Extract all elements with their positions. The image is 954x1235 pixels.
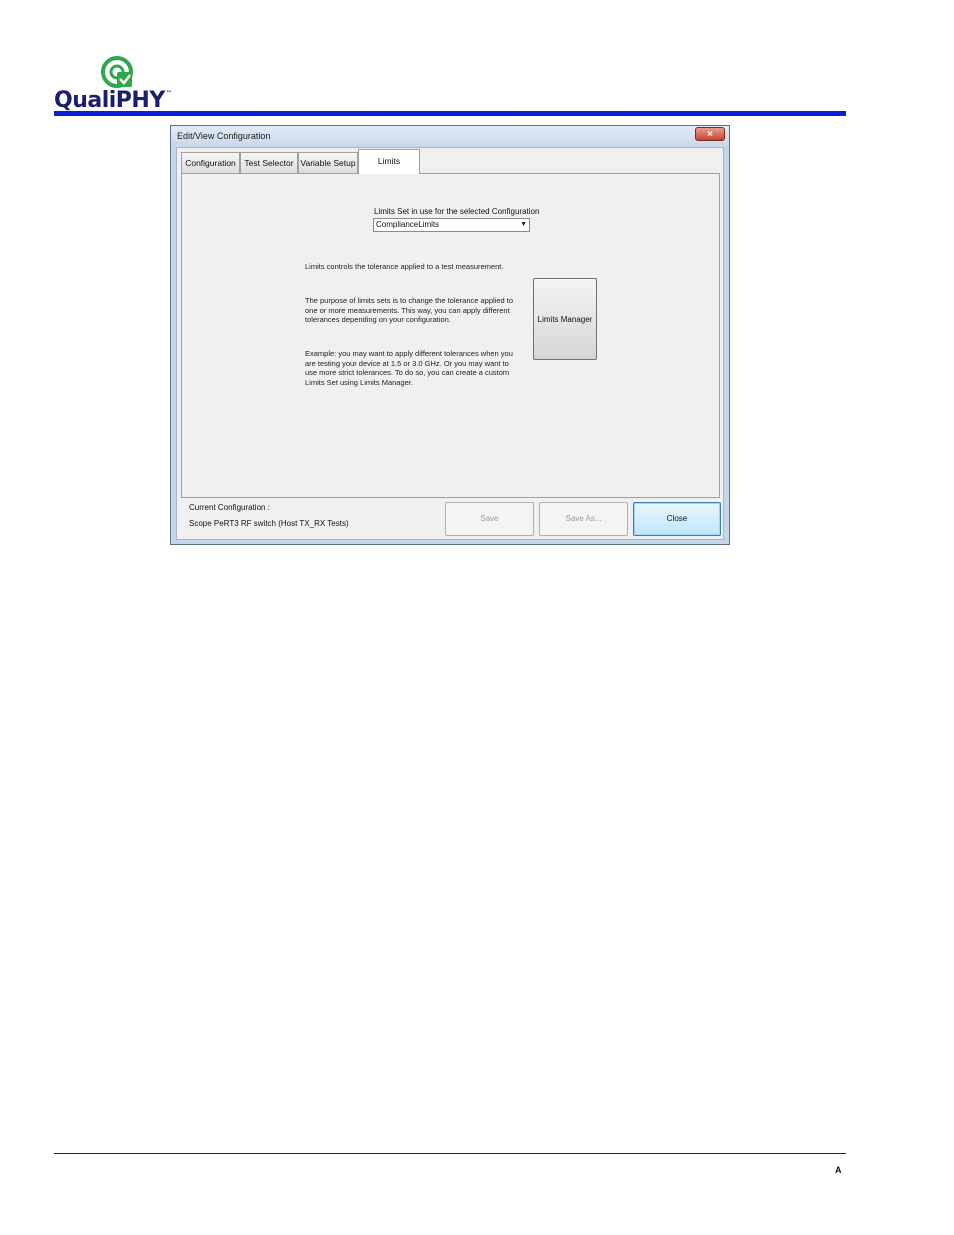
title-bar[interactable]: Edit/View Configuration × — [171, 126, 729, 147]
qualiphy-logo-icon — [101, 56, 133, 88]
page-footer-letter: A — [835, 1165, 842, 1175]
limits-description-1: Limits controls the tolerance applied to… — [305, 262, 504, 271]
footer-rule — [54, 1153, 846, 1154]
tab-configuration[interactable]: Configuration — [181, 152, 240, 173]
chevron-down-icon: ▼ — [520, 221, 527, 228]
tab-limits[interactable]: Limits — [358, 149, 420, 174]
save-button[interactable]: Save — [445, 502, 534, 536]
current-configuration-label: Current Configuration : — [189, 503, 270, 512]
limits-set-selected: ComplianceLimits — [376, 220, 440, 229]
close-icon: × — [707, 129, 713, 140]
limits-description-3: Example: you may want to apply different… — [305, 349, 513, 387]
limits-set-label: Limits Set in use for the selected Confi… — [374, 207, 540, 216]
header-rule — [54, 111, 846, 116]
tab-variable-setup[interactable]: Variable Setup — [298, 152, 358, 173]
limits-description-2: The purpose of limits sets is to change … — [305, 296, 514, 325]
dialog-client: Configuration Test Selector Variable Set… — [176, 147, 724, 540]
tab-test-selector[interactable]: Test Selector — [240, 152, 298, 173]
brand-logo-text: QualiPHY™ — [54, 88, 172, 113]
current-configuration-value: Scope PeRT3 RF switch (Host TX_RX Tests) — [189, 519, 349, 528]
limits-panel: Limits Set in use for the selected Confi… — [181, 173, 720, 498]
limits-manager-button[interactable]: Limits Manager — [533, 278, 597, 360]
close-window-button[interactable]: × — [695, 127, 725, 141]
dialog-title: Edit/View Configuration — [177, 131, 271, 141]
close-button[interactable]: Close — [633, 502, 721, 536]
save-as-button[interactable]: Save As... — [539, 502, 628, 536]
limits-set-dropdown[interactable]: ComplianceLimits ▼ — [373, 218, 530, 232]
edit-view-configuration-dialog: Edit/View Configuration × Configuration … — [170, 125, 730, 545]
